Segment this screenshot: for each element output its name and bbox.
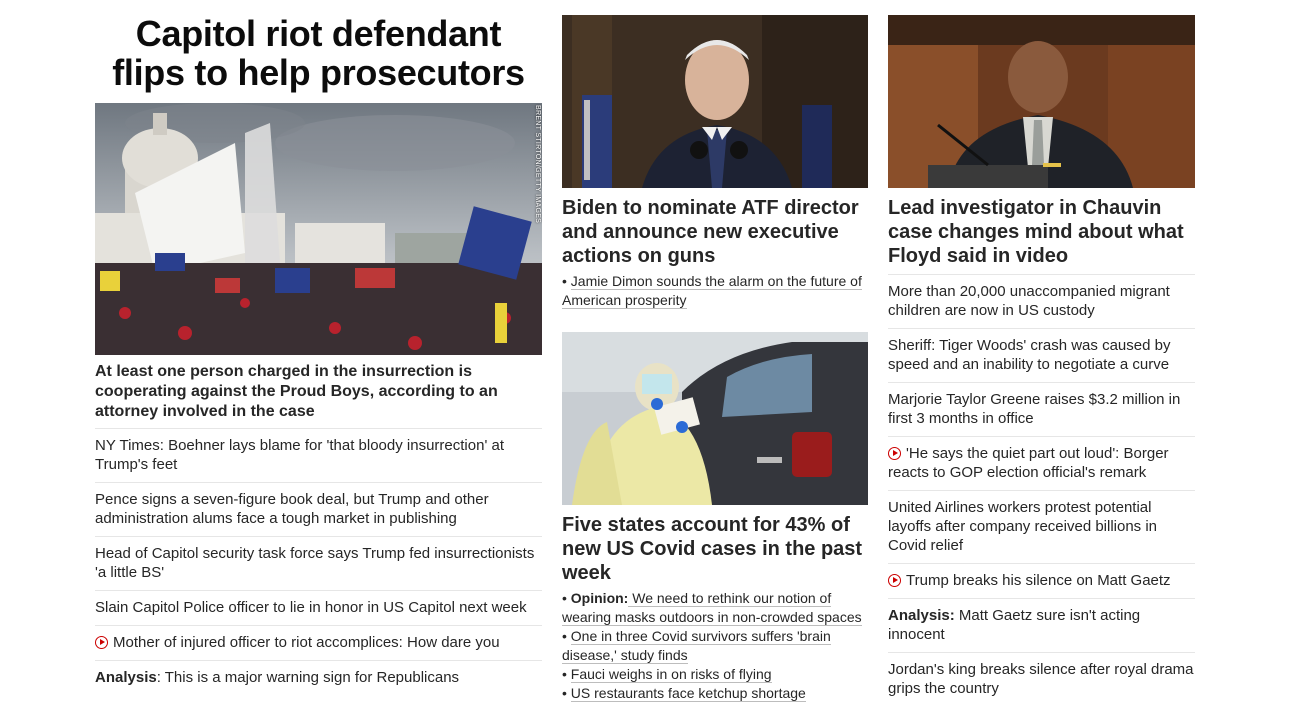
story-link[interactable]: US restaurants face ketchup shortage [570,685,806,702]
list-item[interactable]: Jordan's king breaks silence after royal… [888,652,1195,706]
list-item[interactable]: NY Times: Boehner lays blame for 'that b… [95,428,542,482]
story-headline-chauvin[interactable]: Lead investigator in Chauvin case change… [888,196,1188,268]
biden-photo[interactable] [562,15,868,188]
covid-testing-photo[interactable] [562,332,868,505]
analysis-label: Analysis: [888,607,955,624]
photo-credit: BRENT STIRTON/GETTY IMAGES [534,105,541,224]
capitol-riot-photo[interactable]: BRENT STIRTON/GETTY IMAGES [95,103,542,355]
analysis-label: Analysis [95,669,157,686]
story-link[interactable]: Sheriff: Tiger Woods' crash was caused b… [888,337,1170,373]
story-link[interactable]: United Airlines workers protest potentia… [888,499,1157,554]
story-link[interactable]: Marjorie Taylor Greene raises $3.2 milli… [888,391,1180,427]
story-link[interactable]: Fauci weighs in on risks of flying [570,666,772,683]
story-link[interactable]: Jamie Dimon sounds the alarm on the futu… [562,273,862,309]
story-link[interactable]: Head of Capitol security task force says… [95,545,534,581]
list-item[interactable]: • US restaurants face ketchup shortage [562,684,868,703]
story-link[interactable]: Slain Capitol Police officer to lie in h… [95,599,527,616]
play-video-icon [888,447,901,460]
list-item[interactable]: • Fauci weighs in on risks of flying [562,665,868,684]
guns-related-list: • Jamie Dimon sounds the alarm on the fu… [562,272,868,310]
top-story-summary[interactable]: At least one person charged in the insur… [95,362,535,422]
list-item[interactable]: Analysis: This is a major warning sign f… [95,660,542,695]
list-item[interactable]: Marjorie Taylor Greene raises $3.2 milli… [888,382,1195,436]
list-item[interactable]: Pence signs a seven-figure book deal, bu… [95,482,542,536]
story-link[interactable]: More than 20,000 unaccompanied migrant c… [888,283,1170,319]
story-headline-guns[interactable]: Biden to nominate ATF director and annou… [562,196,862,268]
story-link[interactable]: Pence signs a seven-figure book deal, bu… [95,491,489,527]
related-stories-list: NY Times: Boehner lays blame for 'that b… [95,428,542,695]
list-item[interactable]: Head of Capitol security task force says… [95,536,542,590]
list-item[interactable]: Trump breaks his silence on Matt Gaetz [888,563,1195,598]
story-link[interactable]: Jordan's king breaks silence after royal… [888,661,1194,697]
play-video-icon [888,574,901,587]
video-link[interactable]: 'He says the quiet part out loud': Borge… [888,445,1169,481]
story-link[interactable]: NY Times: Boehner lays blame for 'that b… [95,437,504,473]
list-item[interactable]: More than 20,000 unaccompanied migrant c… [888,274,1195,328]
list-item[interactable]: Mother of injured officer to riot accomp… [95,625,542,660]
story-link[interactable]: : This is a major warning sign for Repub… [157,669,459,686]
chauvin-trial-photo[interactable] [888,15,1195,188]
list-item[interactable]: Sheriff: Tiger Woods' crash was caused b… [888,328,1195,382]
top-story-headline[interactable]: Capitol riot defendant flips to help pro… [95,14,542,92]
video-link[interactable]: Mother of injured officer to riot accomp… [113,634,500,651]
list-item[interactable]: United Airlines workers protest potentia… [888,490,1195,563]
list-item[interactable]: • One in three Covid survivors suffers '… [562,627,868,665]
list-item[interactable]: • Jamie Dimon sounds the alarm on the fu… [562,272,868,310]
story-link[interactable]: One in three Covid survivors suffers 'br… [562,628,831,664]
video-link[interactable]: Trump breaks his silence on Matt Gaetz [906,572,1171,589]
covid-related-list: • Opinion: We need to rethink our notion… [562,589,868,703]
list-item[interactable]: 'He says the quiet part out loud': Borge… [888,436,1195,490]
latest-stories-list: More than 20,000 unaccompanied migrant c… [888,274,1195,706]
play-video-icon [95,636,108,649]
list-item[interactable]: Analysis: Matt Gaetz sure isn't acting i… [888,598,1195,652]
list-item[interactable]: Slain Capitol Police officer to lie in h… [95,590,542,625]
list-item[interactable]: • Opinion: We need to rethink our notion… [562,589,868,627]
opinion-label: Opinion: [570,590,629,606]
story-headline-covid[interactable]: Five states account for 43% of new US Co… [562,513,868,585]
